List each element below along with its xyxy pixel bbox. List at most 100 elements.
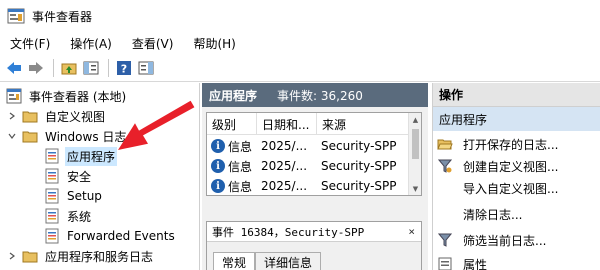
tree-item-forwarded-events[interactable]: Forwarded Events <box>44 226 177 246</box>
properties-icon <box>437 256 453 270</box>
menu-view[interactable]: 查看(V) <box>132 35 174 52</box>
close-icon[interactable]: × <box>408 225 415 238</box>
row-date: 2025/... <box>261 179 308 193</box>
column-header-source[interactable]: 来源 <box>317 113 409 135</box>
tree-item-windows-logs[interactable]: Windows 日志 <box>6 126 128 146</box>
info-icon: i <box>211 139 225 153</box>
actions-pane: 操作 应用程序 打开保存的日志... 创建自定义视图... 导入自定义视图...… <box>432 83 600 270</box>
event-detail-panel: 事件 16384，Security-SPP × 常规 详细信息 <box>206 221 422 270</box>
log-icon <box>45 148 59 164</box>
tree-label-root: 事件查看器 (本地) <box>29 89 127 104</box>
action-properties[interactable]: 属性 <box>433 253 600 270</box>
back-button[interactable] <box>4 58 24 78</box>
tree-item-system[interactable]: 系统 <box>44 206 93 226</box>
menu-action[interactable]: 操作(A) <box>70 35 112 52</box>
row-date: 2025/... <box>261 139 308 153</box>
chevron-right-icon[interactable] <box>6 110 18 122</box>
folder-icon <box>22 111 38 123</box>
menu-file[interactable]: 文件(F) <box>10 35 50 52</box>
scrollbar-thumb[interactable] <box>412 129 419 159</box>
forward-arrow-icon <box>29 61 43 74</box>
row-level: 信息 <box>228 159 253 174</box>
action-pane-icon <box>138 61 154 74</box>
action-label: 清除日志... <box>463 207 523 222</box>
action-label: 创建自定义视图... <box>463 159 559 174</box>
tree-label-application: 应用程序 <box>65 146 118 166</box>
tab-general[interactable]: 常规 <box>213 252 256 270</box>
tree-label-setup: Setup <box>67 189 102 203</box>
forward-button[interactable] <box>26 58 46 78</box>
tab-details[interactable]: 详细信息 <box>255 252 322 270</box>
window-title: 事件查看器 <box>32 9 93 24</box>
table-row[interactable]: i 信息 2025/... Security-SPP <box>207 176 409 195</box>
row-date: 2025/... <box>261 159 308 173</box>
tree-label-system: 系统 <box>67 209 92 224</box>
filter-icon <box>437 232 453 248</box>
action-import-custom-view[interactable]: 导入自定义视图... <box>433 177 600 199</box>
title-bar: 事件查看器 <box>0 0 600 32</box>
tree-label-apps-services: 应用程序和服务日志 <box>45 249 154 264</box>
row-level: 信息 <box>228 139 253 154</box>
tree-item-application[interactable]: 应用程序 <box>44 146 118 166</box>
actions-section-header[interactable]: 应用程序 <box>433 107 600 131</box>
row-source: Security-SPP <box>321 139 397 153</box>
tree-item-root[interactable]: 事件查看器 (本地) <box>6 86 128 106</box>
column-header-date[interactable]: 日期和... <box>257 113 317 135</box>
chevron-right-icon[interactable] <box>6 250 18 262</box>
action-label: 属性 <box>463 257 488 270</box>
table-row[interactable]: i 信息 2025/... Security-SPP <box>207 156 409 176</box>
row-source: Security-SPP <box>321 159 397 173</box>
tree-item-security[interactable]: 安全 <box>44 166 93 186</box>
action-clear-log[interactable]: 清除日志... <box>433 203 600 225</box>
show-action-pane-button[interactable] <box>136 58 156 78</box>
info-icon: i <box>211 179 225 193</box>
console-tree-icon <box>83 61 99 74</box>
tree-item-apps-services[interactable]: 应用程序和服务日志 <box>6 246 155 266</box>
action-open-saved-log[interactable]: 打开保存的日志... <box>433 133 600 155</box>
detail-tabs: 常规 详细信息 <box>213 252 322 270</box>
event-grid: 级别 日期和... 来源 i 信息 2025/... Security-SPP i… <box>206 112 422 196</box>
folder-icon <box>22 251 38 263</box>
show-hide-tree-button[interactable] <box>81 58 101 78</box>
menu-help[interactable]: 帮助(H) <box>193 35 235 52</box>
help-icon: ? <box>117 60 131 75</box>
actions-header: 操作 <box>433 83 600 107</box>
open-folder-icon <box>437 136 453 152</box>
action-label: 打开保存的日志... <box>463 137 559 152</box>
grid-header-row: 级别 日期和... 来源 <box>207 113 409 135</box>
tree-item-custom-views[interactable]: 自定义视图 <box>6 106 107 126</box>
row-source: Security-SPP <box>321 179 397 193</box>
action-label: 导入自定义视图... <box>463 181 559 196</box>
console-tree: 事件查看器 (本地) 自定义视图 Windows 日志 应用程序 安全 Setu… <box>0 83 200 270</box>
log-icon <box>45 228 59 244</box>
event-viewer-icon <box>6 88 22 104</box>
folder-icon <box>22 131 38 143</box>
log-header: 应用程序 事件数: 36,260 <box>202 83 428 107</box>
tree-label-forwarded-events: Forwarded Events <box>67 229 175 243</box>
scroll-up-icon[interactable]: ▲ <box>409 113 421 126</box>
event-viewer-icon <box>7 8 25 24</box>
column-header-level[interactable]: 级别 <box>207 113 257 135</box>
event-count: 事件数: 36,260 <box>277 88 363 103</box>
chevron-down-icon[interactable] <box>6 130 18 142</box>
help-button[interactable]: ? <box>114 58 134 78</box>
table-row[interactable]: i 信息 2025/... Security-SPP <box>207 136 409 156</box>
action-create-custom-view[interactable]: 创建自定义视图... <box>433 155 600 177</box>
action-filter-current-log[interactable]: 筛选当前日志... <box>433 229 600 251</box>
action-label: 筛选当前日志... <box>463 233 547 248</box>
event-detail-title-bar: 事件 16384，Security-SPP × <box>207 222 421 242</box>
log-icon <box>45 208 59 224</box>
log-header-title: 应用程序 <box>209 88 258 103</box>
menu-bar: 文件(F) 操作(A) 查看(V) 帮助(H) <box>0 32 600 54</box>
tree-item-setup[interactable]: Setup <box>44 186 104 206</box>
back-arrow-icon <box>7 61 21 74</box>
up-folder-button[interactable] <box>59 58 79 78</box>
folder-up-icon <box>61 63 77 74</box>
svg-text:?: ? <box>121 62 127 75</box>
log-icon <box>45 188 59 204</box>
scroll-down-icon[interactable]: ▼ <box>409 182 421 195</box>
toolbar-separator <box>108 58 109 77</box>
tree-label-security: 安全 <box>67 169 92 184</box>
event-list-scrollbar[interactable]: ▲ ▼ <box>408 113 421 195</box>
tree-label-custom-views: 自定义视图 <box>45 109 106 124</box>
